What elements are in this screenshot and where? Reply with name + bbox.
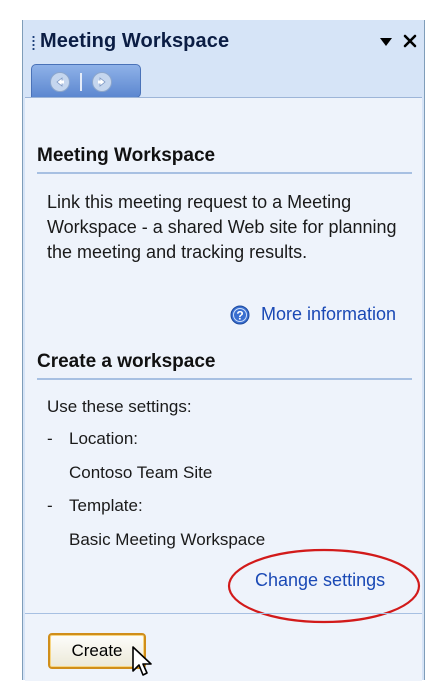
drag-grip-icon[interactable] [32,35,35,51]
forward-arrow-icon [98,77,106,87]
template-label: Template: [69,496,143,515]
section-header-create-workspace: Create a workspace [37,351,412,380]
create-button[interactable]: Create [48,633,146,669]
section-header-meeting-workspace: Meeting Workspace [37,145,412,174]
location-value: Contoso Team Site [69,463,213,482]
navigation-toolbar [31,64,141,98]
section-divider [25,613,422,614]
svg-text:?: ? [236,309,243,323]
task-pane: Meeting Workspace Meeting Workspace Link… [22,20,425,681]
forward-button[interactable] [92,72,112,92]
workspace-description: Link this meeting request to a Meeting W… [47,192,397,262]
help-icon: ? [230,305,250,325]
change-settings-link[interactable]: Change settings [255,570,385,591]
template-value: Basic Meeting Workspace [69,530,266,549]
location-label: Location: [69,429,138,448]
bullet-dash: - [47,496,53,515]
dropdown-arrow-icon[interactable] [377,33,395,51]
back-arrow-icon [56,77,64,87]
more-information-label[interactable]: More information [261,304,396,325]
toolbar-separator [80,73,82,91]
close-icon[interactable] [400,31,420,51]
back-button[interactable] [50,72,70,92]
settings-intro: Use these settings: [47,397,192,416]
task-pane-title: Meeting Workspace [40,30,230,52]
task-pane-content: Meeting Workspace Link this meeting requ… [25,97,422,681]
bullet-dash: - [47,429,53,448]
task-pane-titlebar: Meeting Workspace [23,20,424,64]
